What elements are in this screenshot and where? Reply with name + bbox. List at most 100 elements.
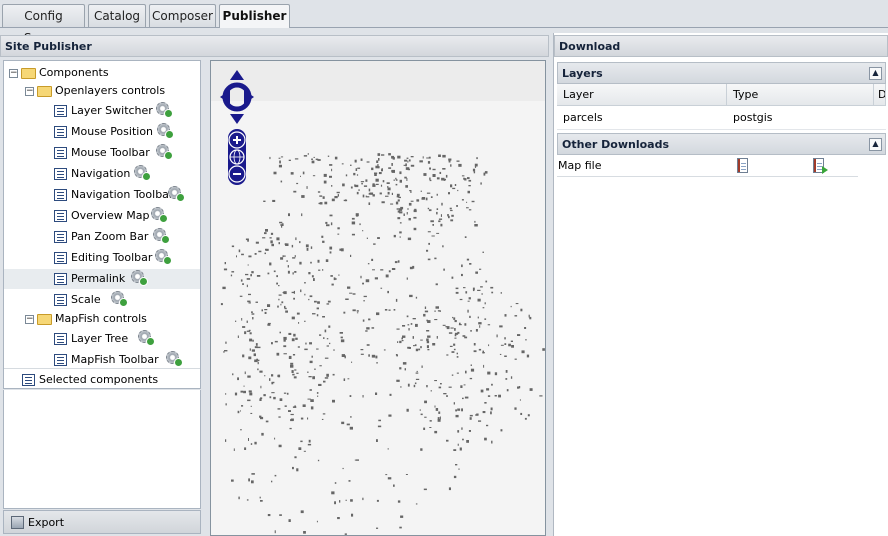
parcel-feature (406, 157, 409, 159)
parcel-feature (374, 277, 378, 280)
parcel-feature (322, 240, 325, 243)
parcel-feature (283, 353, 287, 355)
collapse-up-icon[interactable]: ▲ (869, 67, 882, 80)
parcel-feature (293, 376, 297, 379)
tree-leaf-navigation[interactable]: Navigation (4, 164, 200, 184)
parcel-feature (459, 322, 461, 325)
parcel-feature (352, 293, 356, 295)
parcel-feature (334, 482, 337, 484)
folder-open-icon (21, 68, 36, 79)
collapse-toggle-icon[interactable]: − (25, 87, 34, 96)
configure-gear-icon[interactable] (156, 144, 173, 160)
parcel-feature (279, 331, 281, 334)
configure-gear-icon[interactable] (166, 351, 183, 367)
tree-node-label: MapFish controls (55, 312, 147, 325)
tree-leaf-pan-zoom-bar[interactable]: Pan Zoom Bar (4, 227, 200, 247)
parcel-feature (323, 180, 327, 184)
collapse-toggle-icon[interactable]: − (9, 69, 18, 78)
parcel-feature (273, 396, 276, 400)
layer-name-cell[interactable]: parcels (557, 107, 727, 129)
parcel-feature (244, 331, 247, 335)
parcel-feature (232, 373, 234, 376)
configure-gear-icon[interactable] (157, 123, 174, 139)
parcel-feature (283, 336, 287, 340)
parcel-feature (242, 326, 246, 328)
tree-node-mapfish-controls[interactable]: − MapFish controls (4, 309, 200, 329)
configure-gear-icon[interactable] (156, 102, 173, 118)
parcel-feature (283, 392, 287, 394)
tree-leaf-navigation-toolbar[interactable]: Navigation Toolbar (4, 185, 200, 205)
parcel-feature (278, 164, 282, 168)
tree-leaf-mouse-position[interactable]: Mouse Position (4, 122, 200, 142)
tree-leaf-editing-toolbar[interactable]: Editing Toolbar (4, 248, 200, 268)
parcel-feature (408, 347, 411, 349)
parcel-feature (270, 232, 274, 235)
parcel-feature (426, 385, 428, 388)
map-view[interactable] (210, 60, 546, 536)
configure-gear-icon[interactable] (168, 186, 185, 202)
tree-leaf-scale[interactable]: Scale (4, 290, 200, 310)
pan-south-icon[interactable] (230, 114, 244, 124)
configure-gear-icon[interactable] (153, 228, 170, 244)
tree-node-components[interactable]: − Components (4, 63, 200, 83)
configure-gear-icon[interactable] (111, 291, 128, 307)
parcel-feature (389, 393, 392, 396)
parcel-feature (464, 236, 467, 238)
parcel-feature (396, 208, 400, 210)
parcel-feature (365, 330, 368, 332)
grid-header-download[interactable]: D (874, 84, 886, 106)
pan-north-icon[interactable] (230, 70, 244, 80)
parcel-feature (407, 324, 410, 326)
parcel-feature (368, 188, 371, 192)
configure-gear-icon[interactable] (131, 270, 148, 286)
tree-leaf-mapfish-toolbar[interactable]: MapFish Toolbar (4, 350, 200, 370)
grid-header-layer[interactable]: Layer (557, 84, 727, 106)
parcel-feature (249, 392, 253, 396)
parcel-feature (439, 171, 442, 174)
parcel-feature (456, 352, 458, 355)
parcel-feature (331, 198, 335, 202)
parcel-feature (280, 303, 282, 306)
tree-leaf-layer-switcher[interactable]: Layer Switcher (4, 101, 200, 121)
parcel-feature (451, 276, 454, 279)
tree-leaf-label: Editing Toolbar (71, 251, 153, 264)
configure-gear-icon[interactable] (134, 165, 151, 181)
parcel-feature (486, 424, 489, 427)
tab-config-server[interactable]: Config Server (2, 4, 85, 45)
parcel-feature (296, 468, 299, 472)
parcel-feature (270, 240, 273, 244)
parcel-feature (418, 348, 421, 351)
tree-node-openlayers-controls[interactable]: − Openlayers controls (4, 81, 200, 101)
download-document-icon[interactable] (813, 158, 828, 174)
tree-leaf-layer-tree[interactable]: Layer Tree (4, 329, 200, 349)
export-button[interactable]: Export (8, 513, 70, 532)
tree-leaf-mouse-toolbar[interactable]: Mouse Toolbar (4, 143, 200, 163)
collapse-toggle-icon[interactable]: − (25, 315, 34, 324)
parcel-feature (490, 411, 492, 415)
parcel-feature (340, 339, 345, 343)
parcel-feature (326, 345, 329, 347)
parcel-feature (432, 174, 436, 177)
view-document-icon[interactable] (737, 158, 748, 173)
parcel-feature (446, 326, 450, 330)
parcel-feature (435, 306, 439, 309)
tab-publisher[interactable]: Publisher (219, 4, 290, 28)
parcel-feature (434, 430, 438, 434)
parcel-feature (242, 354, 245, 358)
configure-gear-icon[interactable] (138, 330, 155, 346)
tree-leaf-overview-map[interactable]: Overview Map (4, 206, 200, 226)
configure-gear-icon[interactable] (151, 207, 168, 223)
tab-composer[interactable]: Composer (149, 4, 216, 27)
parcel-feature (274, 437, 276, 440)
parcel-feature (254, 253, 257, 255)
configure-gear-icon[interactable] (155, 249, 172, 265)
tree-node-selected-components[interactable]: Selected components (4, 370, 200, 390)
parcel-feature (234, 392, 238, 396)
tree-leaf-permalink[interactable]: Permalink (4, 269, 200, 289)
parcel-feature (375, 355, 378, 359)
grid-header-type[interactable]: Type (727, 84, 874, 106)
tab-catalog[interactable]: Catalog (88, 4, 146, 27)
parcel-feature (376, 499, 379, 502)
collapse-up-icon[interactable]: ▲ (869, 138, 882, 151)
parcel-feature (395, 183, 398, 186)
